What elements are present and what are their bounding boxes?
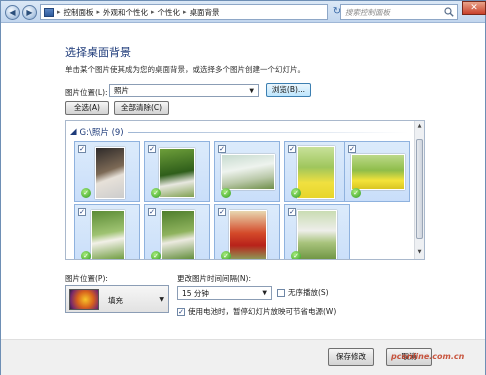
- gallery-group-header[interactable]: ◢ G:\照片 (9): [70, 126, 124, 138]
- search-input[interactable]: 搜索控制面板: [340, 4, 458, 20]
- picture-checkbox[interactable]: ✓: [78, 145, 86, 153]
- selected-check-icon: ✓: [221, 188, 231, 198]
- picture-position-value: 填充: [108, 296, 123, 305]
- breadcrumb-control-panel[interactable]: 控制面板: [64, 7, 94, 18]
- browse-button[interactable]: 浏览(B)...: [266, 83, 311, 97]
- selected-check-icon: ✓: [291, 188, 301, 198]
- picture-tile[interactable]: ✓ ✓: [344, 141, 410, 202]
- search-icon: [444, 7, 454, 17]
- address-bar[interactable]: ▸ 控制面板 ▸ 外观和个性化 ▸ 个性化 ▸ 桌面背景: [40, 4, 328, 20]
- picture-tile[interactable]: ✓ ✓: [284, 204, 350, 259]
- picture-location-value: 照片: [114, 86, 129, 95]
- scroll-up-icon[interactable]: ▲: [416, 123, 423, 131]
- chevron-down-icon: ▼: [249, 87, 254, 94]
- picture-checkbox[interactable]: ✓: [288, 145, 296, 153]
- shuffle-checkbox[interactable]: [277, 288, 285, 297]
- interval-dropdown[interactable]: 15 分钟 ▼: [177, 286, 272, 300]
- picture-checkbox[interactable]: ✓: [218, 145, 226, 153]
- wedding-photo: [351, 154, 405, 190]
- breadcrumb-desktop-background[interactable]: 桌面背景: [190, 7, 220, 18]
- collapse-triangle-icon[interactable]: ◢: [70, 127, 77, 137]
- battery-pause-label: 使用电池时，暂停幻灯片放映可节省电源(W): [188, 307, 337, 316]
- select-all-button[interactable]: 全选(A): [65, 101, 109, 115]
- picture-tile[interactable]: ✓ ✓: [144, 141, 210, 202]
- search-placeholder: 搜索控制面板: [345, 7, 390, 17]
- picture-position-dropdown[interactable]: 填充 ▼: [65, 285, 169, 313]
- battery-pause-option[interactable]: ✓ 使用电池时，暂停幻灯片放映可节省电源(W): [177, 306, 336, 317]
- wedding-photo: [161, 210, 195, 259]
- dialog-footer: 保存修改 取消 pconline.com.cn: [1, 339, 485, 375]
- picture-checkbox[interactable]: ✓: [78, 208, 86, 216]
- site-watermark: pconline.com.cn: [391, 352, 465, 361]
- picture-checkbox[interactable]: ✓: [348, 145, 356, 153]
- wedding-photo: [95, 147, 125, 199]
- picture-tile[interactable]: ✓ ✓: [144, 204, 210, 259]
- wedding-photo: [159, 148, 195, 198]
- breadcrumb-personalization[interactable]: 个性化: [158, 7, 181, 18]
- picture-checkbox[interactable]: ✓: [148, 208, 156, 216]
- close-button[interactable]: ✕: [462, 1, 486, 15]
- gallery-group-title: G:\照片 (9): [79, 128, 124, 138]
- selected-check-icon: ✓: [151, 188, 161, 198]
- fill-preview-image: [69, 289, 99, 310]
- breadcrumb-appearance[interactable]: 外观和个性化: [103, 7, 148, 18]
- wedding-photo: [221, 154, 275, 190]
- picture-tile[interactable]: ✓ ✓: [74, 204, 140, 259]
- picture-location-label: 图片位置(L):: [65, 88, 108, 97]
- picture-tile[interactable]: ✓ ✓: [74, 141, 140, 202]
- address-toolbar: ◀ ▶ ▸ 控制面板 ▸ 外观和个性化 ▸ 个性化 ▸ 桌面背景 ↻ 搜索控制面…: [1, 1, 486, 23]
- battery-pause-checkbox[interactable]: ✓: [177, 307, 185, 316]
- interval-label: 更改图片时间间隔(N):: [177, 274, 251, 283]
- picture-tile[interactable]: ✓ ✓: [214, 204, 280, 259]
- selected-check-icon: ✓: [221, 251, 231, 259]
- breadcrumb-separator-icon: ▸: [183, 8, 187, 16]
- page-subtitle: 单击某个图片使其成为您的桌面背景，或选择多个图片创建一个幻灯片。: [65, 65, 305, 74]
- picture-tile[interactable]: ✓ ✓: [214, 141, 280, 202]
- scroll-down-icon[interactable]: ▼: [416, 249, 423, 257]
- selected-check-icon: ✓: [81, 251, 91, 259]
- selected-check-icon: ✓: [351, 188, 361, 198]
- gallery-scrollbar[interactable]: ▲ ▼: [414, 121, 424, 259]
- wedding-photo: [91, 210, 125, 259]
- wedding-photo: [297, 210, 337, 259]
- chevron-down-icon: ▼: [262, 289, 267, 297]
- wedding-photo: [297, 146, 335, 199]
- picture-checkbox[interactable]: ✓: [148, 145, 156, 153]
- chevron-down-icon: ▼: [159, 296, 164, 303]
- picture-checkbox[interactable]: ✓: [218, 208, 226, 216]
- page-title: 选择桌面背景: [65, 46, 131, 59]
- picture-tile[interactable]: ✓ ✓: [284, 141, 350, 202]
- selected-check-icon: ✓: [151, 251, 161, 259]
- selected-check-icon: ✓: [81, 188, 91, 198]
- picture-location-dropdown[interactable]: 照片 ▼: [109, 84, 259, 97]
- save-changes-button[interactable]: 保存修改: [328, 348, 374, 366]
- interval-value: 15 分钟: [182, 288, 209, 298]
- picture-position-label: 图片位置(P):: [65, 274, 108, 283]
- breadcrumb-separator-icon: ▸: [151, 8, 155, 16]
- shuffle-option[interactable]: 无序播放(S): [277, 287, 329, 298]
- scrollbar-thumb[interactable]: [416, 139, 423, 239]
- desktop-background-window: ◀ ▶ ▸ 控制面板 ▸ 外观和个性化 ▸ 个性化 ▸ 桌面背景 ↻ 搜索控制面…: [0, 0, 486, 375]
- back-button[interactable]: ◀: [5, 5, 20, 20]
- wedding-photo: [229, 210, 267, 259]
- shuffle-label: 无序播放(S): [288, 288, 329, 297]
- control-panel-icon: [44, 7, 54, 17]
- breadcrumb-separator-icon: ▸: [96, 8, 101, 16]
- clear-all-button[interactable]: 全部清除(C): [114, 101, 169, 115]
- picture-checkbox[interactable]: ✓: [288, 208, 296, 216]
- group-divider: [128, 132, 408, 133]
- picture-gallery: ◢ G:\照片 (9) ✓ ✓ ✓ ✓ ✓ ✓ ✓ ✓ ✓ ✓ ✓ ✓ ✓ ✓ …: [65, 120, 425, 260]
- forward-button[interactable]: ▶: [22, 5, 37, 20]
- selected-check-icon: ✓: [291, 251, 301, 259]
- breadcrumb-separator-icon: ▸: [57, 8, 61, 16]
